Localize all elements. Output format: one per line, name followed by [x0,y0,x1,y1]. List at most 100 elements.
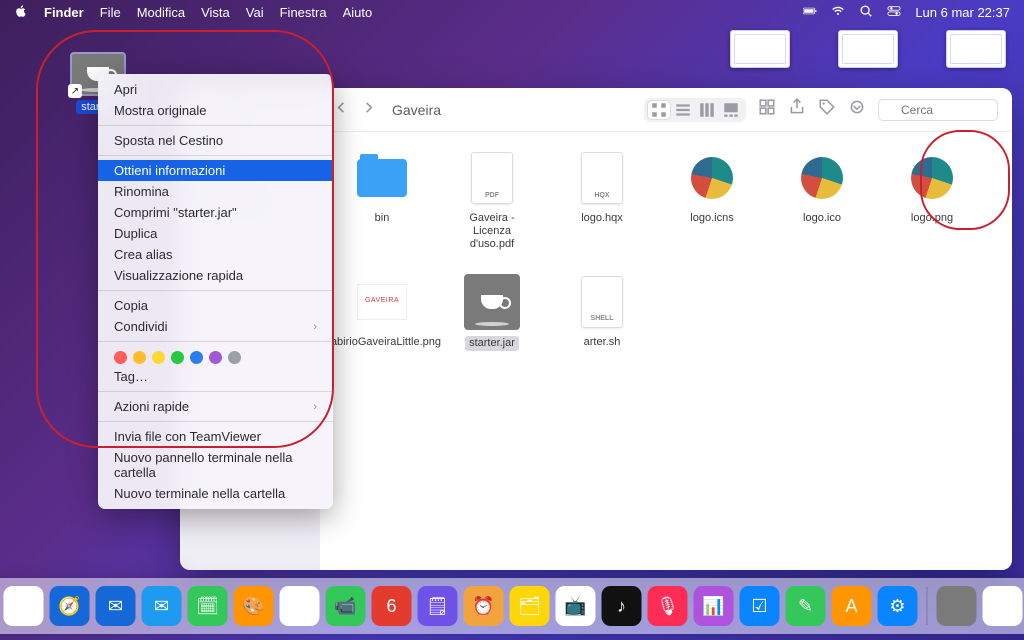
chevron-right-icon: › [313,401,317,413]
nav-back-button[interactable] [334,100,349,120]
document-icon: HQX [574,150,630,206]
image-icon: GAVEIRA [354,274,410,330]
menu-separator [98,125,333,126]
file-item[interactable]: HQX logo.hqx [560,150,644,252]
image-icon [904,150,960,206]
context-menu-item[interactable]: Sposta nel Cestino [98,130,333,151]
file-item[interactable]: logo.png [890,150,974,252]
menu-file[interactable]: File [100,5,121,20]
menu-view[interactable]: Vista [201,5,230,20]
context-menu-item[interactable]: Apri [98,79,333,100]
dock-app[interactable] [983,586,1023,626]
dock-app[interactable]: ▦ [4,586,44,626]
view-icons-button[interactable] [648,101,670,119]
space-thumb[interactable] [730,30,790,68]
view-list-button[interactable] [672,101,694,119]
tag-color-swatch[interactable] [114,351,127,364]
wifi-icon[interactable] [831,4,845,21]
menu-edit[interactable]: Modifica [137,5,185,20]
file-item[interactable]: bin [340,150,424,252]
spotlight-icon[interactable] [859,4,873,21]
space-thumb[interactable] [838,30,898,68]
group-by-button[interactable] [758,98,776,121]
menu-app-name[interactable]: Finder [44,5,84,20]
context-menu-item[interactable]: Azioni rapide› [98,396,333,417]
context-menu-item[interactable]: Condividi› [98,316,333,337]
context-menu-item[interactable]: Visualizzazione rapida [98,265,333,286]
context-menu-item[interactable]: Crea alias [98,244,333,265]
context-menu-item[interactable]: Nuovo pannello terminale nella cartella [98,447,333,483]
dock-app[interactable]: 📊 [694,586,734,626]
menu-window[interactable]: Finestra [280,5,327,20]
file-label: bin [375,212,390,225]
nav-forward-button[interactable] [361,100,376,120]
file-label: arter.sh [584,336,621,349]
dock-app[interactable]: ✉︎ [142,586,182,626]
menubar-clock[interactable]: Lun 6 mar 22:37 [915,5,1010,20]
context-menu-item[interactable]: Invia file con TeamViewer [98,426,333,447]
tags-button[interactable] [818,98,836,121]
file-item[interactable]: GAVEIRANabirioGaveiraLittle.png [340,274,424,351]
window-title: Gaveira [392,102,441,118]
dock-app[interactable]: 🎨 [234,586,274,626]
file-item[interactable]: PDFGaveira - Licenza d'uso.pdf [450,150,534,252]
dock-app[interactable]: ☑︎ [740,586,780,626]
menu-go[interactable]: Vai [246,5,264,20]
control-center-icon[interactable] [887,4,901,21]
context-menu-item[interactable]: Copia [98,295,333,316]
view-gallery-button[interactable] [720,101,742,119]
mission-control-spaces [730,30,1006,68]
battery-icon[interactable] [803,4,817,21]
menu-separator [98,391,333,392]
search-field-wrap [878,99,998,121]
context-menu-item[interactable]: Nuovo terminale nella cartella [98,483,333,504]
context-menu-item[interactable]: Duplica [98,223,333,244]
dock-app[interactable]: 🎙 [648,586,688,626]
menu-help[interactable]: Aiuto [343,5,373,20]
context-menu-item[interactable]: Comprimi "starter.jar" [98,202,333,223]
dock: 😀▦🧭✉︎✉︎🗓🎨🖼📹6🗒⏰🗂📺♪🎙📊☑︎✎A⚙︎ [0,578,1024,634]
dock-app[interactable]: 📺 [556,586,596,626]
dock-app[interactable]: 6 [372,586,412,626]
context-menu-item[interactable]: Tag… [98,366,333,387]
dock-app[interactable]: 🗂 [510,586,550,626]
menu-separator [98,421,333,422]
alias-badge-icon: ↗ [68,84,82,98]
dock-app[interactable]: ⏰ [464,586,504,626]
dock-app[interactable]: 📹 [326,586,366,626]
document-icon: PDF [464,150,520,206]
file-item[interactable]: SHELLarter.sh [560,274,644,351]
action-button[interactable] [848,98,866,121]
context-menu-item[interactable]: Ottieni informazioni [98,160,333,181]
dock-app[interactable]: 🗓 [188,586,228,626]
search-input[interactable] [878,99,998,121]
chevron-right-icon: › [313,321,317,333]
dock-app[interactable]: A [832,586,872,626]
context-menu-item[interactable]: Mostra originale [98,100,333,121]
dock-app[interactable]: 🖼 [280,586,320,626]
dock-app[interactable]: ✎ [786,586,826,626]
file-item[interactable]: starter.jar [450,274,534,351]
tag-color-swatch[interactable] [171,351,184,364]
space-thumb[interactable] [946,30,1006,68]
dock-app[interactable]: ✉︎ [96,586,136,626]
dock-app[interactable] [937,586,977,626]
view-columns-button[interactable] [696,101,718,119]
dock-app[interactable]: 🧭 [50,586,90,626]
file-item[interactable]: logo.icns [670,150,754,252]
share-button[interactable] [788,98,806,121]
file-item[interactable]: logo.ico [780,150,864,252]
tag-color-swatch[interactable] [228,351,241,364]
apple-icon[interactable] [14,4,28,21]
tag-color-swatch[interactable] [190,351,203,364]
dock-app[interactable]: 🗒 [418,586,458,626]
dock-app[interactable]: ⚙︎ [878,586,918,626]
menubar: Finder File Modifica Vista Vai Finestra … [0,0,1024,24]
tag-color-swatch[interactable] [152,351,165,364]
tag-color-swatch[interactable] [209,351,222,364]
dock-app[interactable]: ♪ [602,586,642,626]
file-label: logo.hqx [581,212,623,225]
context-menu-item[interactable]: Rinomina [98,181,333,202]
tag-color-swatch[interactable] [133,351,146,364]
context-menu: ApriMostra originale Sposta nel Cestino Ot… [98,74,333,509]
